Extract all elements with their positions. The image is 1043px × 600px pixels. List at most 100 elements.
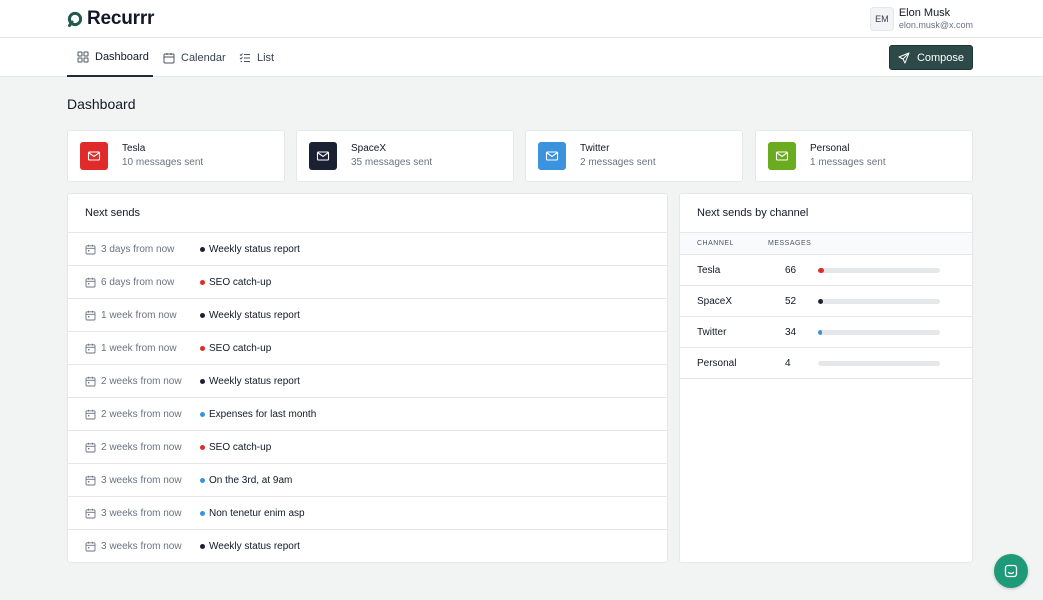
next-send-row[interactable]: 2 weeks from now Expenses for last month bbox=[68, 398, 667, 431]
channel-color-swatch bbox=[80, 142, 108, 170]
channel-name: Tesla bbox=[122, 143, 146, 154]
next-sends-title: Next sends bbox=[68, 194, 667, 233]
send-title: Non tenetur enim asp bbox=[209, 507, 305, 519]
progress-fill bbox=[818, 329, 822, 335]
next-sends-panel: Next sends 3 days from now Weekly status … bbox=[67, 193, 668, 563]
compose-button[interactable]: Compose bbox=[889, 45, 973, 70]
next-send-row[interactable]: 3 weeks from now Weekly status report bbox=[68, 530, 667, 562]
mail-icon bbox=[316, 151, 330, 161]
send-when-text: 3 days from now bbox=[101, 243, 175, 255]
calendar-icon bbox=[85, 442, 96, 452]
send-title: SEO catch-up bbox=[209, 441, 272, 453]
column-header-channel: CHANNEL bbox=[697, 240, 734, 247]
mail-icon bbox=[775, 151, 789, 161]
send-when-text: 2 weeks from now bbox=[101, 441, 182, 453]
channel-row-count: 52 bbox=[785, 295, 797, 307]
channel-card-twitter[interactable]: Twitter 2 messages sent bbox=[525, 130, 743, 182]
tab-dashboard[interactable]: Dashboard bbox=[67, 38, 153, 77]
calendar-icon bbox=[85, 409, 96, 419]
calendar-icon bbox=[163, 52, 175, 63]
user-name: Elon Musk bbox=[898, 7, 951, 19]
send-when: 3 weeks from now bbox=[85, 475, 200, 486]
user-menu[interactable]: EM Elon Musk elon.musk@x.com bbox=[869, 7, 973, 31]
progress-bar bbox=[818, 360, 940, 366]
progress-fill bbox=[818, 298, 823, 304]
chat-support-button[interactable] bbox=[994, 554, 1028, 588]
nav-bar: Dashboard Calendar List Compose bbox=[0, 38, 1043, 77]
next-send-row[interactable]: 2 weeks from now SEO catch-up bbox=[68, 431, 667, 464]
channel-row-name: SpaceX bbox=[697, 295, 733, 307]
send-when-text: 1 week from now bbox=[101, 342, 177, 354]
calendar-icon bbox=[85, 244, 96, 254]
next-send-row[interactable]: 3 weeks from now On the 3rd, at 9am bbox=[68, 464, 667, 497]
send-when: 1 week from now bbox=[85, 343, 200, 354]
send-title: SEO catch-up bbox=[209, 342, 272, 354]
calendar-icon bbox=[85, 310, 96, 320]
app-logo[interactable]: Recurrr bbox=[67, 8, 154, 30]
send-when: 3 days from now bbox=[85, 244, 200, 255]
next-send-row[interactable]: 1 week from now Weekly status report bbox=[68, 299, 667, 332]
channel-dot bbox=[200, 246, 205, 252]
send-when-text: 2 weeks from now bbox=[101, 375, 182, 387]
next-send-row[interactable]: 6 days from now SEO catch-up bbox=[68, 266, 667, 299]
avatar[interactable]: EM bbox=[869, 7, 894, 31]
tab-calendar[interactable]: Calendar bbox=[163, 38, 226, 77]
channel-name: Personal bbox=[810, 143, 850, 154]
dashboard-icon bbox=[77, 51, 89, 62]
channel-dot bbox=[200, 378, 205, 384]
channel-sent-count: 10 messages sent bbox=[122, 157, 204, 168]
send-title: On the 3rd, at 9am bbox=[209, 474, 293, 486]
channel-dot bbox=[200, 444, 205, 450]
channel-sent-count: 1 messages sent bbox=[810, 157, 886, 168]
by-channel-title: Next sends by channel bbox=[680, 194, 972, 233]
channel-dot bbox=[200, 510, 205, 516]
channel-row-count: 66 bbox=[785, 264, 797, 276]
channel-row[interactable]: Personal 4 bbox=[680, 348, 972, 379]
channel-row[interactable]: Twitter 34 bbox=[680, 317, 972, 348]
channel-dot bbox=[200, 279, 205, 285]
next-send-row[interactable]: 3 weeks from now Non tenetur enim asp bbox=[68, 497, 667, 530]
channel-row[interactable]: Tesla 66 bbox=[680, 255, 972, 286]
send-when: 6 days from now bbox=[85, 277, 200, 288]
chat-icon bbox=[1004, 564, 1018, 578]
channel-card-spacex[interactable]: SpaceX 35 messages sent bbox=[296, 130, 514, 182]
send-title: Weekly status report bbox=[209, 541, 300, 552]
channel-color-swatch bbox=[538, 142, 566, 170]
calendar-icon bbox=[85, 541, 96, 552]
send-when: 1 week from now bbox=[85, 310, 200, 321]
page-title: Dashboard bbox=[67, 96, 136, 112]
channel-name: SpaceX bbox=[351, 143, 387, 154]
channel-row-count: 34 bbox=[785, 326, 797, 338]
calendar-icon bbox=[85, 343, 96, 353]
tab-list[interactable]: List bbox=[239, 38, 274, 77]
compose-label: Compose bbox=[916, 51, 965, 64]
next-send-row[interactable]: 2 weeks from now Weekly status report bbox=[68, 365, 667, 398]
channel-card-personal[interactable]: Personal 1 messages sent bbox=[755, 130, 973, 182]
channel-sent-count: 2 messages sent bbox=[580, 157, 656, 168]
channel-card-tesla[interactable]: Tesla 10 messages sent bbox=[67, 130, 285, 182]
next-send-row[interactable]: 3 days from now Weekly status report bbox=[68, 233, 667, 266]
send-title: Weekly status report bbox=[209, 375, 300, 387]
send-when-text: 3 weeks from now bbox=[101, 541, 182, 552]
list-icon bbox=[239, 52, 250, 62]
send-when: 2 weeks from now bbox=[85, 442, 200, 453]
channel-dot bbox=[200, 312, 205, 318]
next-send-row[interactable]: 1 week from now SEO catch-up bbox=[68, 332, 667, 365]
channel-dot bbox=[200, 411, 205, 417]
send-when: 2 weeks from now bbox=[85, 376, 200, 387]
calendar-icon bbox=[85, 508, 96, 518]
channel-dot bbox=[200, 477, 205, 483]
user-email: elon.musk@x.com bbox=[898, 20, 973, 30]
send-title: Expenses for last month bbox=[209, 408, 317, 420]
tab-label: List bbox=[257, 51, 275, 64]
channel-dot bbox=[200, 544, 205, 549]
channel-row[interactable]: SpaceX 52 bbox=[680, 286, 972, 317]
calendar-icon bbox=[85, 475, 96, 485]
channel-row-name: Twitter bbox=[697, 326, 727, 338]
send-when-text: 3 weeks from now bbox=[101, 507, 182, 519]
app-name: Recurrr bbox=[87, 8, 155, 29]
channel-color-swatch bbox=[768, 142, 796, 170]
channel-dot bbox=[200, 345, 205, 351]
tab-label: Dashboard bbox=[95, 50, 149, 63]
send-when: 2 weeks from now bbox=[85, 409, 200, 420]
